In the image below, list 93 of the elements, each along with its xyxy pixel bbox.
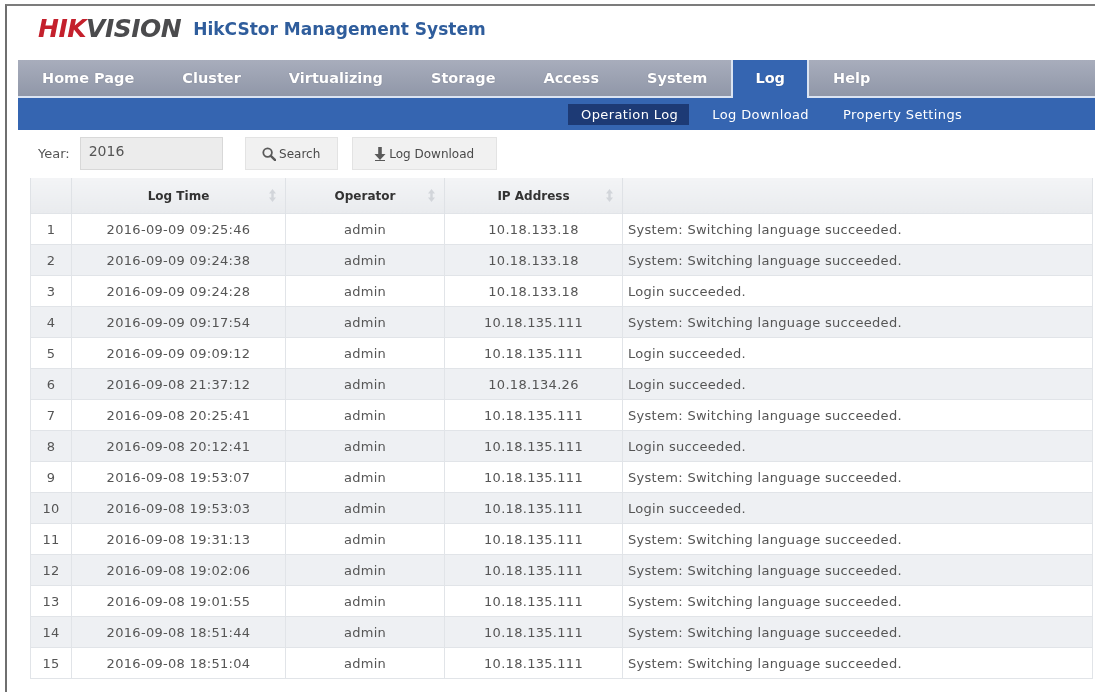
table-cell: admin	[285, 244, 445, 276]
table-cell: admin	[285, 430, 445, 462]
table-cell: 10.18.135.111	[444, 430, 623, 462]
row-number: 11	[30, 523, 72, 555]
table-cell: 10.18.133.18	[444, 213, 623, 245]
table-cell: admin	[285, 585, 445, 617]
table-cell: admin	[285, 554, 445, 586]
row-number: 14	[30, 616, 72, 648]
app-title: HikCStor Management System	[193, 18, 486, 41]
table-cell: 10.18.134.26	[444, 368, 623, 400]
table-cell: System: Switching language succeeded.	[622, 244, 1093, 276]
table-cell: System: Switching language succeeded.	[622, 461, 1093, 493]
table-cell: System: Switching language succeeded.	[622, 399, 1093, 431]
column-header[interactable]: Operator	[285, 178, 445, 214]
table-cell: admin	[285, 275, 445, 307]
table-cell: System: Switching language succeeded.	[622, 554, 1093, 586]
row-number: 9	[30, 461, 72, 493]
table-cell: 2016-09-08 19:31:13	[71, 523, 286, 555]
table-cell: 10.18.133.18	[444, 244, 623, 276]
down-arrow-icon	[374, 146, 387, 161]
sort-arrows-icon	[269, 189, 276, 202]
table-cell: Login succeeded.	[622, 492, 1093, 524]
table-cell: System: Switching language succeeded.	[622, 213, 1093, 245]
table-cell: 2016-09-09 09:25:46	[71, 213, 286, 245]
table-cell: admin	[285, 461, 445, 493]
table-cell: 10.18.135.111	[444, 523, 623, 555]
table-cell: admin	[285, 399, 445, 431]
row-number: 5	[30, 337, 72, 369]
sub-tab[interactable]: Operation Log	[568, 103, 690, 125]
table-cell: 2016-09-09 09:17:54	[71, 306, 286, 338]
download-button[interactable]: Log Download	[351, 137, 497, 170]
table-cell: 2016-09-09 09:24:38	[71, 244, 286, 276]
year-field[interactable]: 2016	[79, 137, 223, 170]
table-cell: admin	[285, 523, 445, 555]
table-cell: 10.18.135.111	[444, 554, 623, 586]
table-cell: 2016-09-08 20:12:41	[71, 430, 286, 462]
row-number: 3	[30, 275, 72, 307]
table-cell: 2016-09-08 21:37:12	[71, 368, 286, 400]
table-cell: admin	[285, 337, 445, 369]
sort-arrows-icon	[606, 189, 613, 202]
row-number: 7	[30, 399, 72, 431]
row-number: 6	[30, 368, 72, 400]
table-cell: 10.18.135.111	[444, 399, 623, 431]
table-cell: Login succeeded.	[622, 337, 1093, 369]
nav-tab[interactable]: Log	[731, 60, 809, 98]
table-cell: admin	[285, 368, 445, 400]
table-cell: 2016-09-08 19:01:55	[71, 585, 286, 617]
table-cell: 2016-09-08 19:53:03	[71, 492, 286, 524]
table-cell: 10.18.135.111	[444, 647, 623, 679]
table-cell: 10.18.133.18	[444, 275, 623, 307]
table-cell: admin	[285, 306, 445, 338]
table-cell: 2016-09-09 09:09:12	[71, 337, 286, 369]
table-cell: admin	[285, 213, 445, 245]
table-cell: System: Switching language succeeded.	[622, 585, 1093, 617]
table-cell: 2016-09-08 18:51:44	[71, 616, 286, 648]
search-button[interactable]: Search	[244, 137, 338, 170]
table-cell: admin	[285, 616, 445, 648]
table-cell: 2016-09-08 19:53:07	[71, 461, 286, 493]
table-cell: 10.18.135.111	[444, 337, 623, 369]
table-cell: System: Switching language succeeded.	[622, 616, 1093, 648]
row-number: 1	[30, 213, 72, 245]
row-number: 4	[30, 306, 72, 338]
brand-logo: HIKVISION	[38, 14, 182, 44]
table-cell: System: Switching language succeeded.	[622, 523, 1093, 555]
sub-tab[interactable]: Property Settings	[830, 103, 974, 125]
row-number: 12	[30, 554, 72, 586]
sub-tab[interactable]: Log Download	[699, 103, 821, 125]
row-number: 8	[30, 430, 72, 462]
row-number: 10	[30, 492, 72, 524]
row-number: 2	[30, 244, 72, 276]
table-cell: Login succeeded.	[622, 430, 1093, 462]
search-icon	[262, 146, 277, 161]
column-header[interactable]: Log Time	[71, 178, 286, 214]
table-cell: 10.18.135.111	[444, 306, 623, 338]
row-number: 13	[30, 585, 72, 617]
row-number: 15	[30, 647, 72, 679]
table-cell: 2016-09-09 09:24:28	[71, 275, 286, 307]
table-cell: 10.18.135.111	[444, 616, 623, 648]
table-cell: System: Switching language succeeded.	[622, 647, 1093, 679]
sort-arrows-icon	[428, 189, 435, 202]
table-cell: 2016-09-08 18:51:04	[71, 647, 286, 679]
year-label: Year:	[38, 146, 70, 161]
table-cell: 10.18.135.111	[444, 461, 623, 493]
table-cell: Login succeeded.	[622, 368, 1093, 400]
table-cell: admin	[285, 647, 445, 679]
table-cell: System: Switching language succeeded.	[622, 306, 1093, 338]
table-cell: 2016-09-08 19:02:06	[71, 554, 286, 586]
table-cell: 2016-09-08 20:25:41	[71, 399, 286, 431]
table-cell: admin	[285, 492, 445, 524]
table-cell: 10.18.135.111	[444, 492, 623, 524]
table-cell: 10.18.135.111	[444, 585, 623, 617]
column-header[interactable]: IP Address	[444, 178, 623, 214]
table-cell: Login succeeded.	[622, 275, 1093, 307]
